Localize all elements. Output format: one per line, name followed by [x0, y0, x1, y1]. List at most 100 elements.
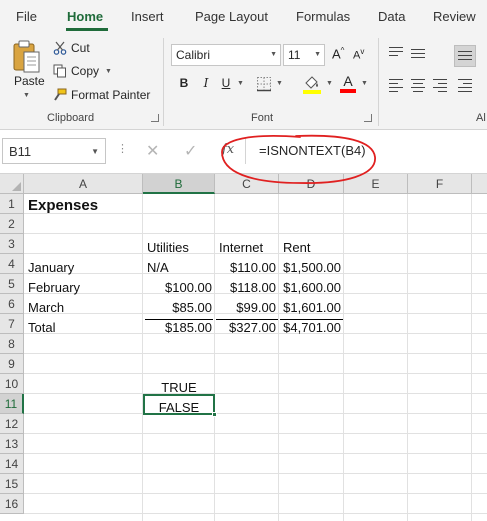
select-all-button[interactable]: [0, 174, 24, 194]
row-header-3[interactable]: 3: [0, 234, 24, 254]
row-header-12[interactable]: 12: [0, 414, 24, 434]
cell-b6[interactable]: $85.00: [143, 298, 215, 318]
row-header-14[interactable]: 14: [0, 454, 24, 474]
name-box-value: B11: [9, 144, 32, 159]
row-header-16[interactable]: 16: [0, 494, 24, 514]
active-tab-indicator: [66, 28, 108, 31]
ribbon-separator: [378, 38, 379, 126]
cancel-edit-button[interactable]: ✕: [146, 141, 159, 161]
underline-button[interactable]: U: [220, 76, 232, 94]
cell-b5[interactable]: $100.00: [143, 278, 215, 298]
tab-file[interactable]: File: [16, 9, 37, 24]
font-name-combo[interactable]: Calibri ▼: [171, 44, 281, 66]
column-header-f[interactable]: F: [408, 174, 472, 194]
cell-a4[interactable]: January: [24, 258, 143, 278]
cell-d6[interactable]: $1,601.00: [279, 298, 344, 318]
font-color-dropdown-icon[interactable]: ▼: [361, 80, 368, 87]
row-header-2[interactable]: 2: [0, 214, 24, 234]
middle-align-icon[interactable]: [411, 49, 425, 61]
active-cell-outline: [143, 394, 215, 415]
formula-bar-resize-handle-icon[interactable]: ⋮: [117, 142, 128, 155]
paste-dropdown-icon[interactable]: ▼: [23, 92, 30, 99]
gridline: [24, 413, 487, 414]
fill-color-dropdown-icon[interactable]: ▼: [326, 80, 333, 87]
align-right-icon[interactable]: [433, 79, 447, 95]
row-header-7[interactable]: 7: [0, 314, 24, 334]
increase-font-size-button[interactable]: A^: [332, 46, 344, 61]
font-dialog-launcher-icon[interactable]: [364, 114, 372, 122]
fill-color-button[interactable]: [302, 74, 322, 94]
formula-input[interactable]: =ISNONTEXT(B4): [259, 143, 366, 158]
column-header-e[interactable]: E: [344, 174, 408, 194]
cell-d7[interactable]: $4,701.00: [279, 318, 344, 338]
cell-a1[interactable]: Expenses: [24, 196, 143, 216]
cell-c6[interactable]: $99.00: [215, 298, 279, 318]
tab-formulas[interactable]: Formulas: [296, 9, 350, 24]
row-header-15[interactable]: 15: [0, 474, 24, 494]
cell-b7[interactable]: $185.00: [143, 318, 215, 338]
cell-d3[interactable]: Rent: [279, 238, 344, 258]
insert-function-button[interactable]: fx: [222, 142, 234, 157]
align-left-icon[interactable]: [389, 79, 403, 95]
copy-dropdown-icon[interactable]: ▼: [105, 68, 112, 75]
cut-button[interactable]: Cut: [53, 38, 90, 58]
borders-button[interactable]: [256, 76, 272, 92]
underline-dropdown-icon[interactable]: ▼: [237, 80, 244, 87]
copy-label: Copy: [71, 64, 100, 78]
cell-c4[interactable]: $110.00: [215, 258, 279, 278]
clipboard-group-label: Clipboard: [47, 112, 95, 124]
row-header-8[interactable]: 8: [0, 334, 24, 354]
column-header-b[interactable]: B: [143, 174, 215, 194]
row-header-4[interactable]: 4: [0, 254, 24, 274]
column-header-d[interactable]: D: [279, 174, 344, 194]
gridline: [24, 233, 487, 234]
increase-font-size-label: A: [332, 46, 341, 62]
row-header-1[interactable]: 1: [0, 194, 24, 214]
row-header-11[interactable]: 11: [0, 394, 24, 414]
format-painter-button[interactable]: Format Painter: [53, 85, 150, 105]
cell-a7[interactable]: Total: [24, 318, 143, 338]
row-header-10[interactable]: 10: [0, 374, 24, 394]
italic-button[interactable]: I: [200, 76, 212, 94]
column-header-a[interactable]: A: [24, 174, 143, 194]
enter-edit-button[interactable]: ✓: [184, 141, 197, 161]
cell-b3[interactable]: Utilities: [143, 238, 215, 258]
column-header-c[interactable]: C: [215, 174, 279, 194]
top-align-icon[interactable]: [389, 47, 403, 59]
copy-button[interactable]: Copy ▼: [53, 61, 112, 81]
decrease-font-size-button[interactable]: Av: [353, 47, 364, 62]
fill-color-swatch: [303, 90, 321, 94]
tab-insert[interactable]: Insert: [131, 9, 164, 24]
row-header-5[interactable]: 5: [0, 274, 24, 294]
cell-c7[interactable]: $327.00: [215, 318, 279, 338]
cell-a6[interactable]: March: [24, 298, 143, 318]
format-painter-icon: [54, 88, 67, 101]
cell-d5[interactable]: $1,600.00: [279, 278, 344, 298]
cell-c5[interactable]: $118.00: [215, 278, 279, 298]
tab-data[interactable]: Data: [378, 9, 405, 24]
select-all-triangle-icon: [12, 182, 21, 191]
cell-a5[interactable]: February: [24, 278, 143, 298]
paint-bucket-icon: [303, 76, 321, 94]
column-header-g-partial[interactable]: [472, 174, 487, 194]
clipboard-dialog-launcher-icon[interactable]: [151, 114, 159, 122]
align-center-icon[interactable]: [411, 79, 425, 95]
tab-page-layout[interactable]: Page Layout: [195, 9, 268, 24]
cell-d4[interactable]: $1,500.00: [279, 258, 344, 278]
tab-review[interactable]: Review: [433, 9, 476, 24]
fill-handle[interactable]: [212, 412, 217, 417]
formula-bar-separator: [245, 138, 246, 164]
cell-b4[interactable]: N/A: [143, 258, 215, 278]
paste-label: Paste: [14, 74, 45, 88]
font-size-combo[interactable]: 11 ▼: [283, 44, 325, 66]
bold-button[interactable]: B: [178, 76, 190, 94]
row-header-6[interactable]: 6: [0, 294, 24, 314]
indent-icon[interactable]: [458, 79, 472, 95]
row-header-9[interactable]: 9: [0, 354, 24, 374]
name-box[interactable]: B11 ▼: [2, 138, 106, 164]
cell-c3[interactable]: Internet: [215, 238, 279, 258]
borders-dropdown-icon[interactable]: ▼: [276, 80, 283, 87]
row-header-13[interactable]: 13: [0, 434, 24, 454]
tab-home[interactable]: Home: [67, 9, 103, 24]
font-color-button[interactable]: A: [340, 74, 356, 94]
